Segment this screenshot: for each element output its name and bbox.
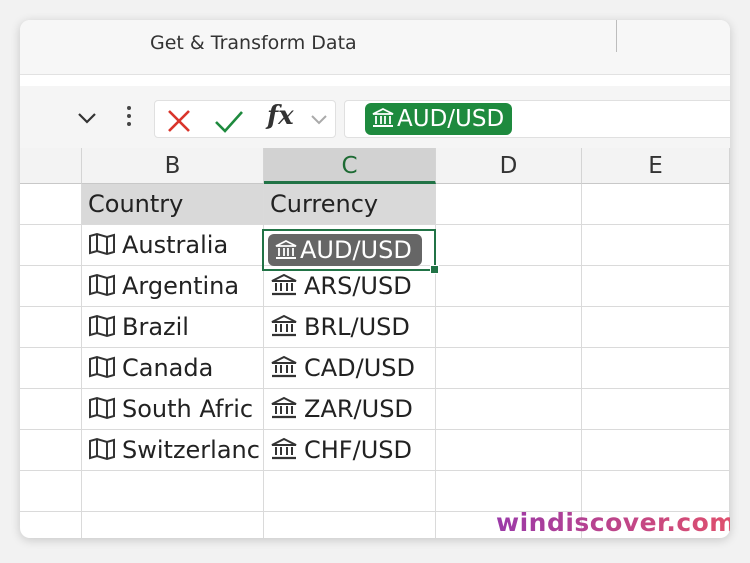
empty-cell[interactable] [20, 307, 82, 348]
currency-value: CHF/USD [304, 436, 412, 464]
empty-cell[interactable] [582, 225, 730, 266]
column-header-d[interactable]: D [436, 148, 582, 184]
column-header-a[interactable] [20, 148, 82, 184]
worksheet-grid: B C D E Country Currency Australia Argentin… [20, 148, 730, 538]
empty-cell[interactable] [20, 225, 82, 266]
currency-value: CAD/USD [304, 354, 416, 382]
empty-cell[interactable] [264, 471, 436, 512]
empty-cell[interactable] [582, 471, 730, 512]
empty-cell[interactable] [582, 430, 730, 471]
empty-cell[interactable] [20, 266, 82, 307]
fill-handle[interactable] [430, 265, 439, 274]
country-cell[interactable]: Brazil [82, 307, 264, 348]
empty-cell[interactable] [264, 512, 436, 538]
currency-value: BRL/USD [304, 313, 410, 341]
empty-cell[interactable] [20, 184, 82, 225]
empty-cell[interactable] [436, 471, 582, 512]
empty-cell[interactable] [20, 348, 82, 389]
country-name: Canada [122, 354, 214, 382]
empty-cell[interactable] [82, 471, 264, 512]
empty-cell[interactable] [436, 266, 582, 307]
formula-value-chip: AUD/USD [365, 103, 513, 135]
empty-cell[interactable] [20, 512, 82, 538]
country-name: Brazil [122, 313, 189, 341]
empty-cell[interactable] [20, 471, 82, 512]
currency-value: ARS/USD [304, 272, 412, 300]
bank-icon [372, 107, 394, 127]
formula-value: AUD/USD [397, 106, 505, 132]
empty-cell[interactable] [20, 389, 82, 430]
country-cell[interactable]: Australia [82, 225, 264, 266]
ribbon: Get & Transform Data [20, 20, 730, 75]
selected-cell[interactable]: AUD/USD [262, 229, 439, 274]
bank-icon [271, 273, 297, 296]
formula-buttons: fx [154, 100, 336, 138]
currency-value: ZAR/USD [304, 395, 413, 423]
ribbon-separator [616, 20, 617, 52]
empty-cell[interactable] [582, 307, 730, 348]
column-header-e[interactable]: E [582, 148, 730, 184]
formula-input[interactable]: AUD/USD [344, 100, 730, 138]
empty-cell[interactable] [82, 512, 264, 538]
currency-cell[interactable]: CAD/USD [264, 348, 436, 389]
map-icon [89, 232, 115, 256]
country-name: Argentina [122, 272, 240, 300]
bank-icon [271, 314, 297, 337]
empty-cell[interactable] [436, 348, 582, 389]
country-cell[interactable]: Argentina [82, 266, 264, 307]
currency-cell[interactable]: CHF/USD [264, 430, 436, 471]
currency-cell[interactable]: ARS/USD [264, 266, 436, 307]
country-cell[interactable]: Canada [82, 348, 264, 389]
insert-function-button[interactable]: fx [267, 101, 294, 131]
empty-cell[interactable] [582, 266, 730, 307]
selected-cell-chip: AUD/USD [268, 234, 422, 266]
map-icon [89, 437, 115, 461]
selected-cell-value: AUD/USD [300, 236, 412, 264]
name-box-dropdown-icon[interactable] [76, 110, 98, 126]
map-icon [89, 355, 115, 379]
header-label: Country [88, 190, 184, 218]
header-cell-currency[interactable]: Currency [264, 184, 436, 225]
bank-icon [271, 396, 297, 419]
country-name: Australia [122, 231, 229, 259]
empty-cell[interactable] [20, 430, 82, 471]
empty-cell[interactable] [436, 389, 582, 430]
ribbon-group-title: Get & Transform Data [150, 32, 357, 54]
empty-cell[interactable] [436, 307, 582, 348]
more-options-icon[interactable] [124, 106, 134, 130]
column-header-b[interactable]: B [82, 148, 264, 184]
country-name: South Afric [122, 395, 254, 423]
empty-cell[interactable] [582, 184, 730, 225]
bank-icon [275, 239, 297, 259]
country-name: Switzerlanc [122, 436, 260, 464]
cancel-icon[interactable] [165, 107, 193, 135]
bank-icon [271, 355, 297, 378]
empty-cell[interactable] [436, 184, 582, 225]
enter-check-icon[interactable] [213, 107, 245, 135]
map-icon [89, 396, 115, 420]
map-icon [89, 273, 115, 297]
empty-cell[interactable] [582, 348, 730, 389]
column-header-c[interactable]: C [264, 148, 436, 184]
map-icon [89, 314, 115, 338]
header-cell-country[interactable]: Country [82, 184, 264, 225]
currency-cell[interactable]: ZAR/USD [264, 389, 436, 430]
currency-cell[interactable]: BRL/USD [264, 307, 436, 348]
empty-cell[interactable] [436, 225, 582, 266]
country-cell[interactable]: Switzerlanc [82, 430, 264, 471]
country-cell[interactable]: South Afric [82, 389, 264, 430]
empty-cell[interactable] [582, 389, 730, 430]
empty-cell[interactable] [436, 430, 582, 471]
formula-bar: fx AUD/USD [20, 86, 730, 149]
header-label: Currency [270, 190, 379, 218]
watermark: windiscover.com [496, 508, 730, 537]
bank-icon [271, 437, 297, 460]
function-dropdown-icon[interactable] [309, 113, 329, 127]
excel-window: Get & Transform Data fx AUD/USD B C D E … [20, 20, 730, 538]
